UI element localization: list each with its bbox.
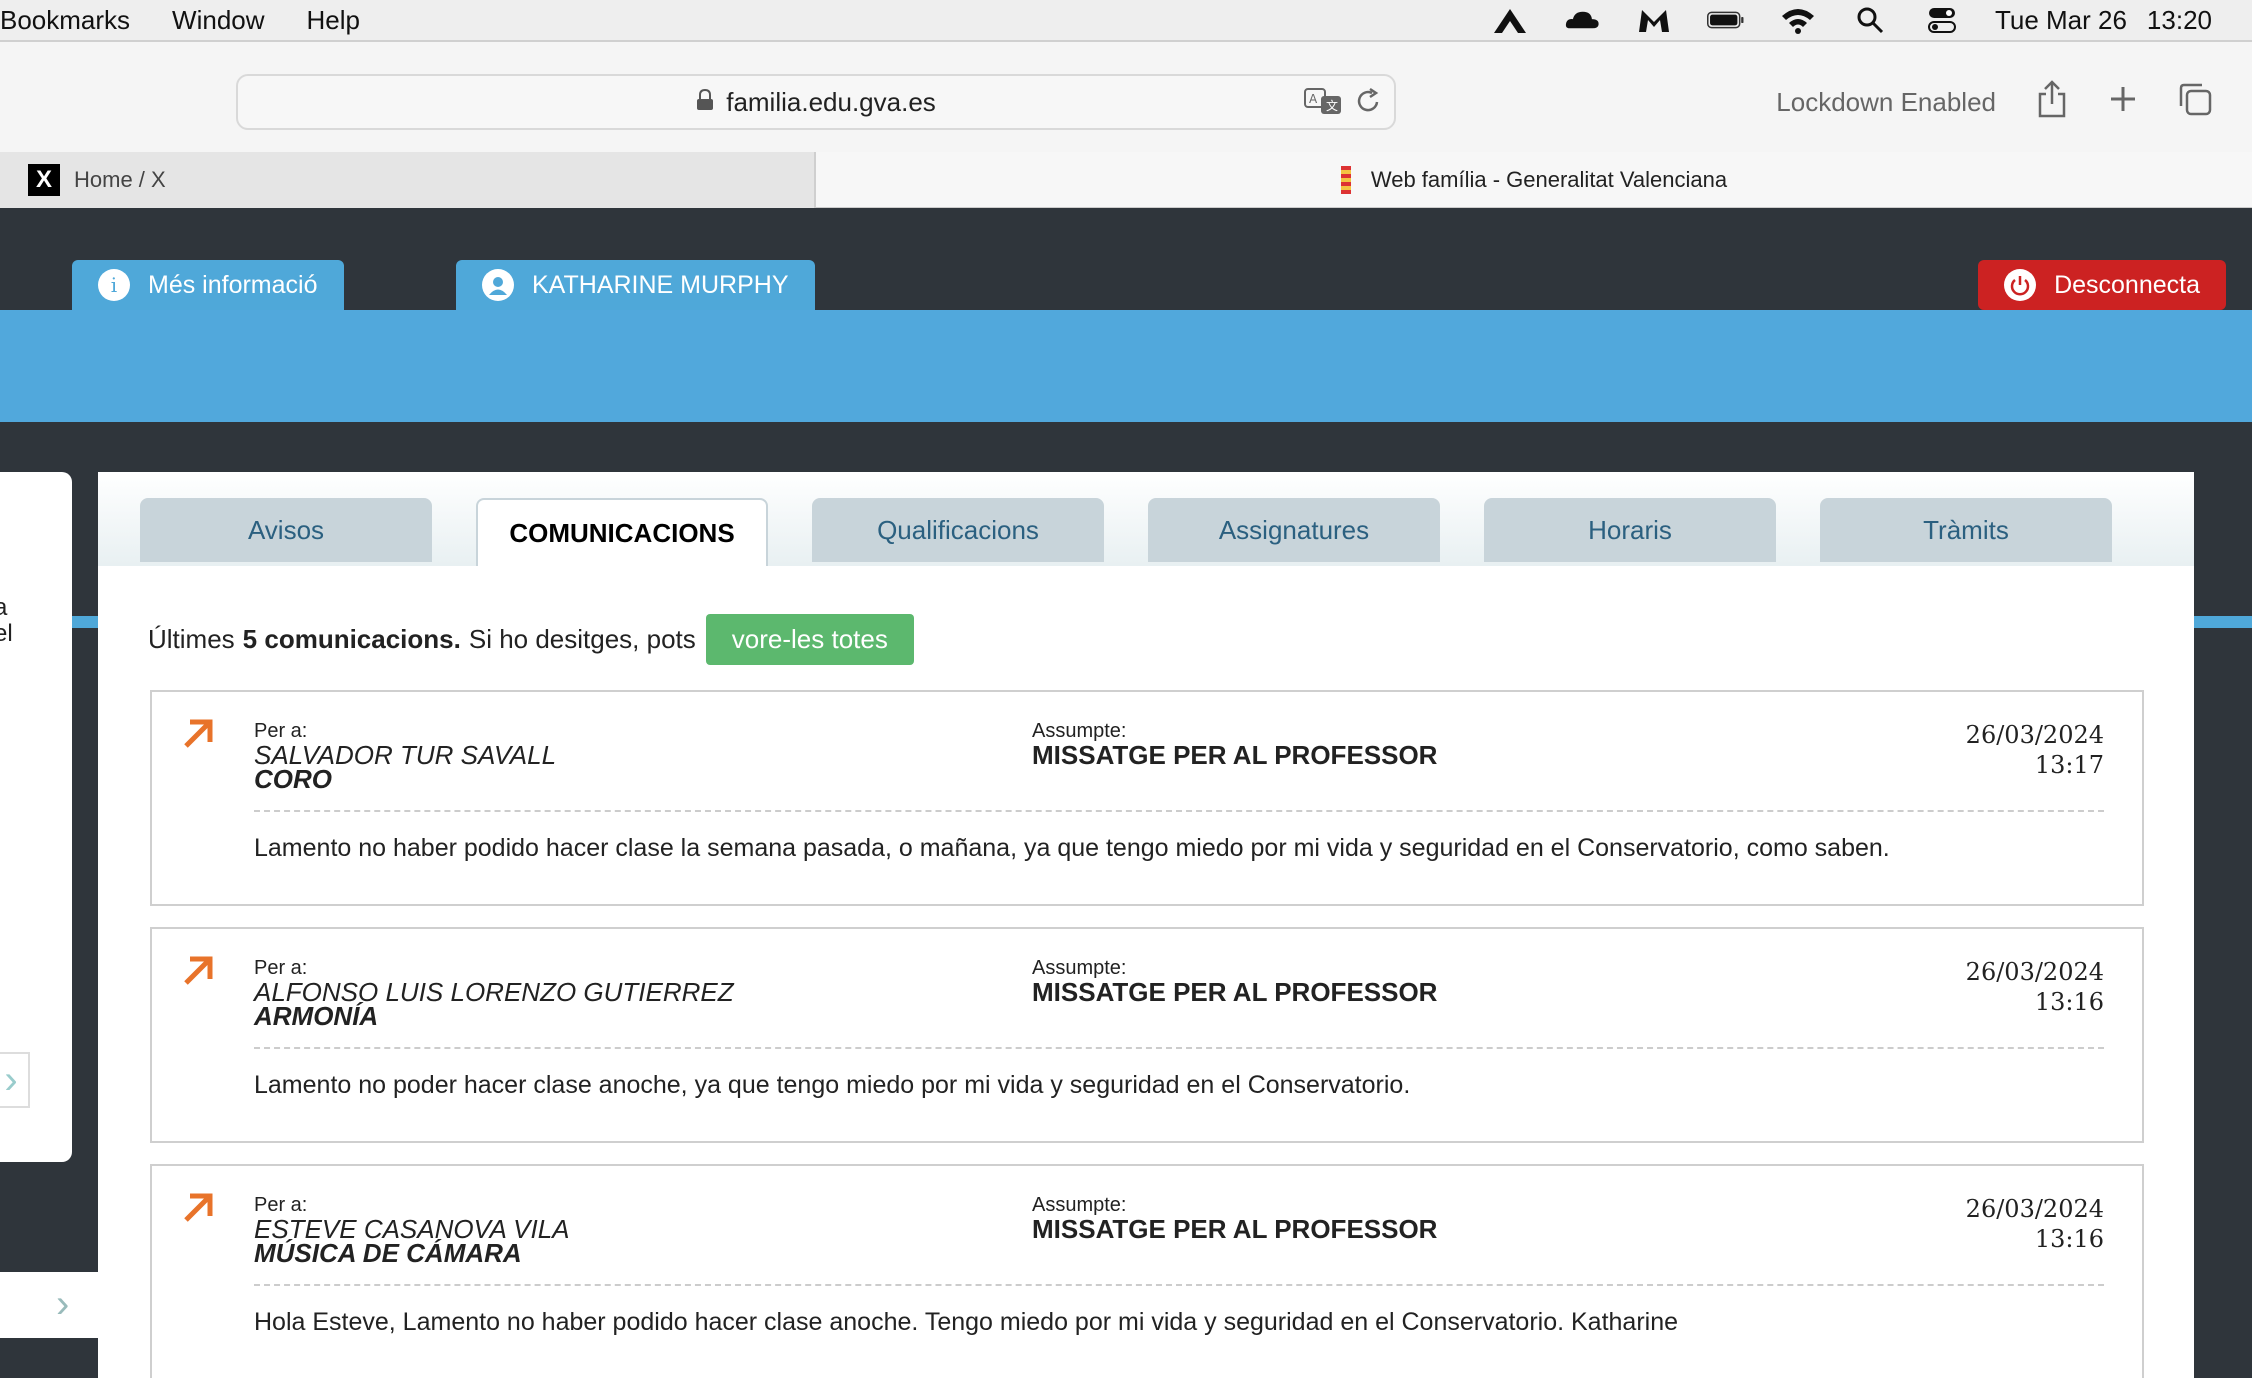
message-datetime: 26/03/2024 13:17 [1966, 720, 2104, 780]
mountain-app-icon[interactable] [1491, 5, 1529, 35]
user-button[interactable]: KATHARINE MURPHY [456, 260, 815, 310]
dashed-divider [254, 810, 2104, 812]
clock-date: Tue Mar 26 [1994, 4, 2127, 35]
main-panel: Avisos COMUNICACIONS Qualificacions Assi… [98, 472, 2194, 1378]
dashed-divider [254, 1284, 2104, 1286]
user-name: KATHARINE MURPHY [532, 270, 789, 299]
tab-avisos[interactable]: Avisos [140, 498, 432, 562]
message-body: Lamento no haber podido hacer clase la s… [254, 834, 1890, 862]
tab-assignatures[interactable]: Assignatures [1148, 498, 1440, 562]
message-date: 26/03/2024 [1965, 721, 2104, 749]
chevron-right-icon[interactable]: › [0, 1052, 30, 1108]
address-bar[interactable]: familia.edu.gva.es A文 [236, 74, 1396, 130]
lockdown-status: Lockdown Enabled [1776, 86, 1996, 117]
more-info-button[interactable]: i Més informació [72, 260, 344, 310]
message-date: 26/03/2024 [1965, 958, 2104, 986]
share-icon[interactable] [2036, 79, 2068, 125]
translate-icon[interactable]: A文 [1304, 86, 1342, 123]
tab-comunicacions[interactable]: COMUNICACIONS [476, 498, 768, 566]
tab-web-familia[interactable]: Web família - Generalitat Valenciana [816, 152, 2252, 208]
subject-text: MISSATGE PER AL PROFESSOR [1032, 740, 1438, 770]
menu-window[interactable]: Window [172, 5, 264, 36]
search-icon[interactable] [1851, 5, 1889, 35]
sent-arrow-icon [182, 1192, 214, 1229]
summary-prefix: Últimes [148, 624, 235, 654]
message-card[interactable]: Per a: ALFONSO LUIS LORENZO GUTIERREZ AR… [150, 927, 2144, 1143]
svg-text:A: A [1309, 92, 1318, 106]
browser-toolbar: familia.edu.gva.es A文 Lockdown Enabled [0, 40, 2252, 152]
svg-text:文: 文 [1326, 98, 1338, 113]
tab-bar: X Home / X Web família - Generalitat Val… [0, 152, 2252, 208]
section-tabs: Avisos COMUNICACIONS Qualificacions Assi… [98, 472, 2194, 566]
gva-flag-icon [1340, 166, 1351, 194]
sent-arrow-icon [182, 955, 214, 992]
header-banner [0, 310, 2252, 422]
side-text: el [0, 620, 13, 647]
course-name: ARMONÍA [254, 1001, 379, 1031]
menu-bar: Bookmarks Window Help Tue Mar 26 13:20 [0, 0, 2252, 40]
course-name: MÚSICA DE CÁMARA [254, 1238, 522, 1268]
url-text: familia.edu.gva.es [726, 86, 936, 117]
tab-horaris[interactable]: Horaris [1484, 498, 1776, 562]
web-page: i Més informació KATHARINE MURPHY Descon… [0, 208, 2252, 1378]
subject-text: MISSATGE PER AL PROFESSOR [1032, 977, 1438, 1007]
side-text: a [0, 594, 8, 621]
dashed-divider [254, 1047, 2104, 1049]
side-panel-bottom: › [0, 1272, 98, 1338]
message-time: 13:16 [2034, 1225, 2104, 1253]
wifi-icon[interactable] [1779, 5, 1817, 35]
power-icon [2004, 269, 2037, 301]
chevron-right-icon[interactable]: › [56, 1282, 69, 1327]
tab-x-home[interactable]: X Home / X [0, 152, 816, 208]
summary-line: Últimes 5 comunicacions. Si ho desitges,… [148, 614, 914, 665]
message-body: Lamento no poder hacer clase anoche, ya … [254, 1071, 1411, 1099]
reload-icon[interactable] [1356, 87, 1382, 122]
summary-suffix: Si ho desitges, pots [468, 624, 696, 654]
message-time: 13:17 [2034, 751, 2104, 779]
message-datetime: 26/03/2024 13:16 [1966, 957, 2104, 1017]
tab-qualificacions[interactable]: Qualificacions [812, 498, 1104, 562]
view-all-button[interactable]: vore-les totes [705, 614, 914, 665]
clock-time: 13:20 [2146, 4, 2212, 35]
message-date: 26/03/2024 [1965, 1195, 2104, 1223]
info-icon: i [98, 269, 130, 301]
user-icon [482, 269, 514, 301]
divider-line [2194, 616, 2252, 628]
logout-label: Desconnecta [2054, 270, 2200, 299]
clock[interactable]: Tue Mar 26 13:20 [1995, 5, 2212, 36]
message-card[interactable]: Per a: SALVADOR TUR SAVALL CORO Assumpte… [150, 690, 2144, 906]
subject-text: MISSATGE PER AL PROFESSOR [1032, 1214, 1438, 1244]
message-body: Hola Esteve, Lamento no haber podido hac… [254, 1308, 1679, 1336]
malwarebytes-icon[interactable] [1635, 5, 1673, 35]
side-panel: a el › [0, 472, 72, 1162]
menu-help[interactable]: Help [307, 5, 360, 36]
message-datetime: 26/03/2024 13:16 [1966, 1194, 2104, 1254]
summary-count: 5 comunicacions. [242, 624, 461, 654]
more-info-label: Més informació [148, 270, 318, 299]
message-card[interactable]: Per a: ESTEVE CASANOVA VILA MÚSICA DE CÁ… [150, 1164, 2144, 1378]
tab-overview-icon[interactable] [2178, 82, 2212, 123]
tab-title: Web família - Generalitat Valenciana [1370, 167, 1728, 192]
cloud-icon[interactable] [1563, 5, 1601, 35]
battery-icon[interactable] [1706, 5, 1745, 35]
message-time: 13:16 [2034, 988, 2104, 1016]
tab-tramits[interactable]: Tràmits [1820, 498, 2112, 562]
tab-title: Home / X [74, 167, 166, 192]
menu-bookmarks[interactable]: Bookmarks [0, 5, 130, 36]
x-logo-icon: X [28, 164, 60, 196]
logout-button[interactable]: Desconnecta [1978, 260, 2226, 310]
lock-icon [696, 87, 714, 118]
course-name: CORO [254, 764, 332, 794]
sent-arrow-icon [182, 718, 214, 755]
new-tab-icon[interactable] [2108, 84, 2138, 121]
control-center-icon[interactable] [1923, 5, 1961, 35]
